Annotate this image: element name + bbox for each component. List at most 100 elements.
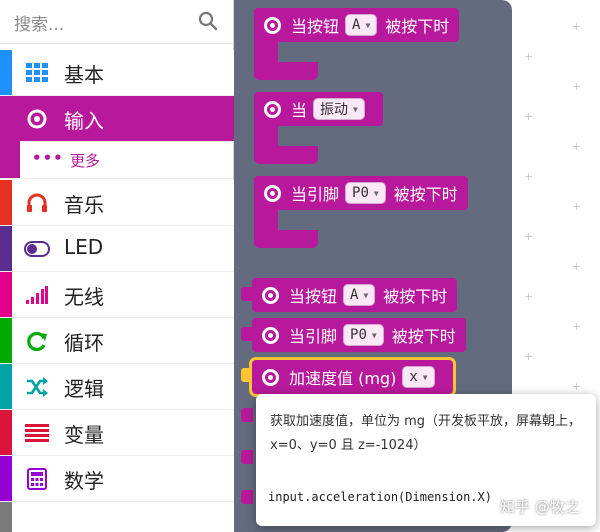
block-footer — [254, 146, 318, 164]
category-color-stripe — [0, 502, 12, 532]
pin-dropdown[interactable]: P0 ▼ — [343, 324, 384, 346]
gesture-dropdown[interactable]: 振动 ▼ — [313, 98, 365, 120]
subcategory-label: 更多 — [70, 152, 101, 170]
category-math[interactable]: 数学 — [0, 456, 234, 502]
block-text: 当按钮 — [291, 17, 340, 36]
category-label: 基本 — [64, 63, 104, 87]
dimension-dropdown[interactable]: x ▼ — [402, 366, 435, 388]
category-radio[interactable]: 无线 — [0, 272, 234, 318]
search-icon[interactable] — [198, 11, 218, 31]
category-logic[interactable]: 逻辑 — [0, 364, 234, 410]
dropdown-value: 振动 — [320, 102, 349, 118]
block-text: 当引脚 — [291, 185, 340, 204]
category-color-stripe — [0, 180, 12, 225]
grid-dot: + — [524, 170, 534, 183]
block-header[interactable]: 当引脚 P0 ▼ 被按下时 — [254, 176, 468, 210]
block-notch-partial — [241, 450, 253, 464]
category-color-stripe — [0, 272, 12, 317]
more-dots-icon: ••• — [32, 149, 64, 167]
tooltip-description: 获取加速度值，单位为 mg（开发板平放，屏幕朝上，x=0、y=0 且 z=-10… — [270, 414, 582, 453]
category-color-stripe — [0, 364, 12, 409]
block-header[interactable]: 当按钮 A ▼ 被按下时 — [254, 8, 460, 42]
dropdown-caret-icon: ▼ — [363, 290, 369, 300]
category-label: 音乐 — [64, 193, 104, 217]
input-radio-icon — [264, 16, 281, 34]
category-color-stripe — [0, 141, 20, 178]
refresh-icon — [24, 329, 50, 353]
dropdown-value: x — [409, 369, 418, 385]
dropdown-caret-icon: ▼ — [422, 372, 428, 382]
grid-dot: + — [572, 80, 582, 93]
toolbox-sidebar: 搜索... 基本 输入 ••• 更多 音乐 LED 无线 循环 逻辑 变量 数学 — [0, 0, 234, 532]
dropdown-value: A — [350, 287, 359, 303]
block-header[interactable]: 当引脚 P0 ▼ 被按下时 — [252, 318, 466, 352]
category-color-stripe — [0, 456, 12, 501]
block-text: 当按钮 — [289, 287, 338, 306]
grid-dot: + — [524, 290, 534, 303]
category-label: 循环 — [64, 331, 104, 355]
category-basic[interactable]: 基本 — [0, 50, 234, 96]
block-text: 被按下时 — [383, 287, 448, 306]
calculator-icon — [24, 467, 50, 491]
category-color-stripe — [0, 318, 12, 363]
category-partial[interactable] — [0, 502, 234, 532]
dropdown-value: A — [352, 17, 361, 33]
block-footer — [254, 62, 318, 80]
category-label: 输入 — [64, 109, 104, 133]
category-label: 无线 — [64, 285, 104, 309]
list-lines-icon — [24, 421, 50, 445]
category-color-stripe — [0, 410, 12, 455]
category-color-stripe — [0, 226, 12, 271]
tooltip-code: input.acceleration(Dimension.X) — [268, 490, 492, 504]
button-dropdown[interactable]: A ▼ — [345, 14, 378, 36]
input-radio-icon — [262, 326, 279, 344]
dropdown-caret-icon: ▼ — [353, 104, 358, 114]
dropdown-caret-icon: ▼ — [365, 20, 371, 30]
grid-dot: + — [524, 110, 534, 123]
block-text: 当 — [291, 101, 308, 120]
category-variables[interactable]: 变量 — [0, 410, 234, 456]
block-header[interactable]: 当按钮 A ▼ 被按下时 — [252, 278, 458, 312]
category-loops[interactable]: 循环 — [0, 318, 234, 364]
toggle-icon — [24, 237, 50, 261]
dropdown-caret-icon: ▼ — [371, 330, 377, 340]
grid-dot: + — [572, 380, 582, 393]
input-radio-icon — [262, 286, 279, 304]
input-radio-icon — [262, 368, 279, 386]
block-notch-partial — [241, 408, 253, 422]
headphones-icon — [24, 191, 50, 215]
grid-dot: + — [524, 230, 534, 243]
grid-dot: + — [572, 140, 582, 153]
input-radio-icon — [24, 107, 50, 131]
block-text: 被按下时 — [385, 17, 450, 36]
input-radio-icon — [264, 184, 281, 202]
search-input[interactable]: 搜索... — [14, 10, 64, 35]
search-bar[interactable]: 搜索... — [0, 0, 234, 44]
grid-dot: + — [572, 260, 582, 273]
subcategory-more[interactable]: ••• 更多 — [0, 141, 234, 179]
block-header[interactable]: 当 振动 ▼ — [254, 92, 383, 126]
dropdown-value: P0 — [352, 185, 369, 201]
category-color-stripe — [0, 96, 12, 141]
dropdown-caret-icon: ▼ — [373, 188, 379, 198]
category-label: 数学 — [64, 469, 104, 493]
button-dropdown[interactable]: A ▼ — [343, 284, 376, 306]
category-input[interactable]: 输入 — [0, 96, 234, 142]
grid-icon — [24, 61, 50, 85]
block-header[interactable]: 加速度值 (mg) x ▼ — [252, 360, 453, 394]
watermark: 知乎 @牧之 — [500, 498, 580, 516]
category-label: LED — [64, 235, 104, 259]
block-text: 加速度值 (mg) — [289, 369, 397, 388]
grid-dot: + — [572, 320, 582, 333]
block-text: 被按下时 — [391, 327, 456, 346]
category-music[interactable]: 音乐 — [0, 180, 234, 226]
block-text: 被按下时 — [393, 185, 458, 204]
grid-dot: + — [572, 20, 582, 33]
dropdown-value: P0 — [350, 327, 367, 343]
block-notch-partial — [241, 490, 253, 504]
pin-dropdown[interactable]: P0 ▼ — [345, 182, 386, 204]
block-text: 当引脚 — [289, 327, 338, 346]
category-led[interactable]: LED — [0, 226, 234, 272]
shuffle-icon — [24, 375, 50, 399]
grid-dot: + — [524, 50, 534, 63]
